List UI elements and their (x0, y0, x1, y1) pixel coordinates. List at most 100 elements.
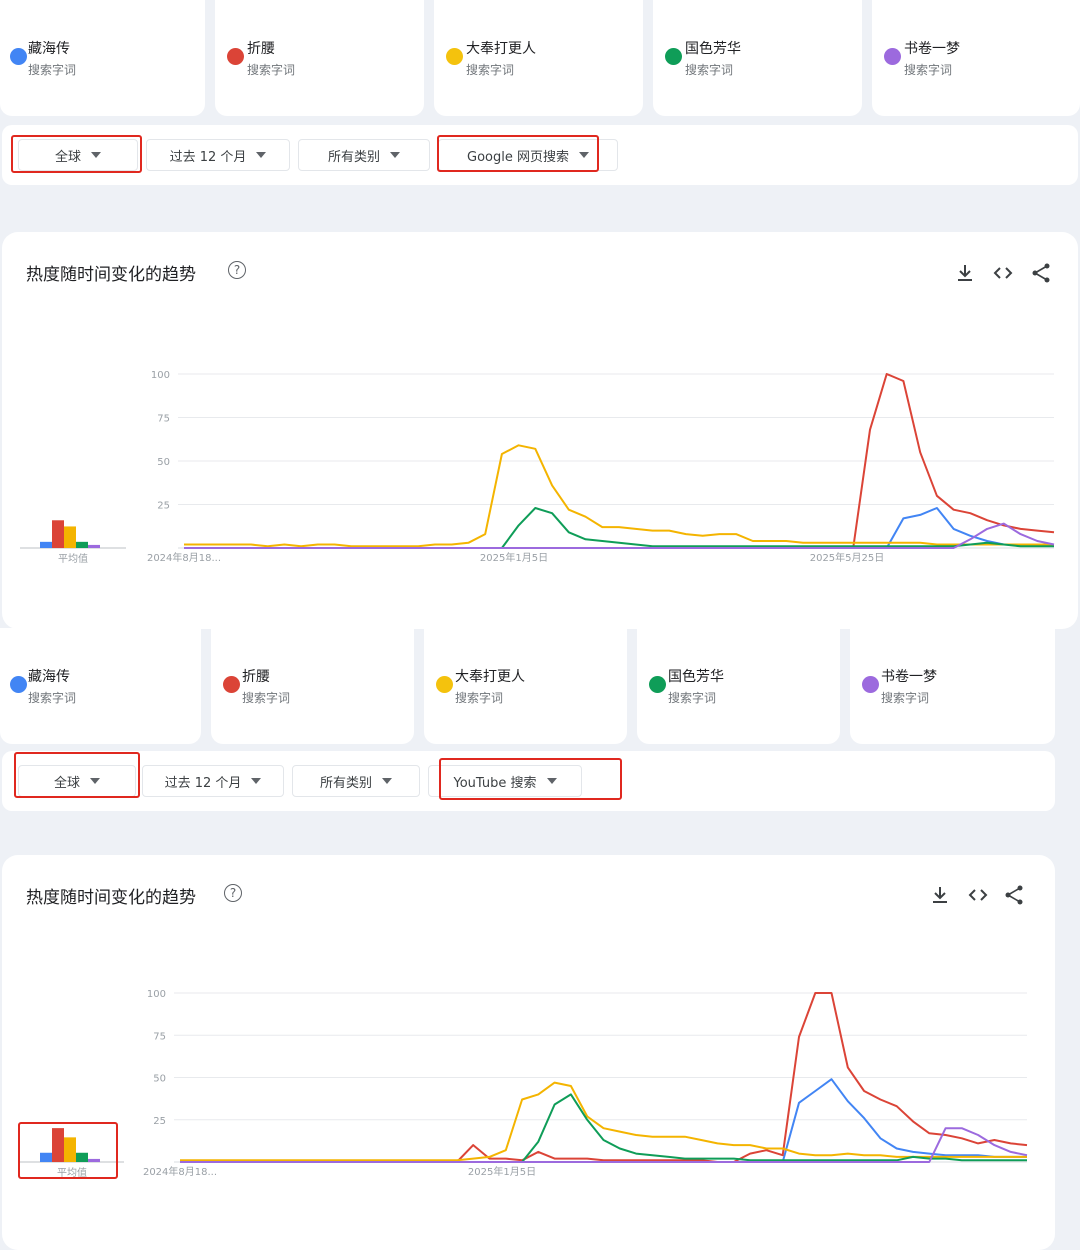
term-type-label: 搜索字词 (685, 63, 734, 77)
term-color-dot (446, 48, 463, 65)
y-tick-label: 100 (147, 989, 166, 1000)
term-color-dot (649, 676, 666, 693)
region-dropdown[interactable]: 全球 (18, 765, 136, 797)
trend-line-chart: 100 75 50 25 2024年8月18... 2025年1月5日 平均值 (20, 989, 1028, 1179)
average-bar-5 (88, 544, 100, 548)
time-range-dropdown[interactable]: 过去 12 个月 (142, 765, 284, 797)
series-line-1 (180, 1078, 1027, 1163)
term-color-dot (862, 676, 879, 693)
region-dropdown[interactable]: 全球 (18, 139, 138, 171)
term-name: 国色芳华 (668, 669, 724, 685)
filter-bar-1: 全球 过去 12 个月 所有类别 Google 网页搜索 (2, 125, 1078, 185)
help-icon[interactable]: ? (228, 261, 246, 279)
category-dropdown[interactable]: 所有类别 (292, 765, 420, 797)
caret-down-icon (390, 152, 400, 158)
chart-title: 热度随时间变化的趋势 (26, 265, 196, 285)
chart-title: 热度随时间变化的趋势 (26, 888, 196, 908)
y-tick-label: 75 (157, 414, 170, 425)
category-value: 所有类别 (327, 149, 380, 165)
term-color-dot (10, 48, 27, 65)
filter-bar-2: 全球 过去 12 个月 所有类别 YouTube 搜索 (2, 751, 1055, 811)
category-dropdown[interactable]: 所有类别 (298, 139, 430, 171)
time-range-dropdown[interactable]: 过去 12 个月 (146, 139, 290, 171)
term-card-5[interactable]: 书卷一梦 搜索字词 (872, 0, 1080, 116)
term-card-2[interactable]: 折腰 搜索字词 (211, 628, 414, 744)
y-tick-label: 100 (151, 370, 170, 381)
search-type-dropdown[interactable]: YouTube 搜索 (428, 765, 582, 797)
term-type-label: 搜索字词 (28, 63, 77, 77)
caret-down-icon (90, 778, 100, 784)
term-card-5[interactable]: 书卷一梦 搜索字词 (850, 628, 1055, 744)
term-name: 大奉打更人 (466, 41, 536, 57)
search-type-value: Google 网页搜索 (467, 149, 569, 165)
term-color-dot (884, 48, 901, 65)
average-label: 平均值 (58, 552, 88, 565)
term-card-3[interactable]: 大奉打更人 搜索字词 (424, 628, 627, 744)
term-color-dot (10, 676, 27, 693)
search-type-value: YouTube 搜索 (453, 775, 537, 791)
term-type-label: 搜索字词 (466, 63, 515, 77)
term-type-label: 搜索字词 (28, 691, 77, 705)
term-name: 国色芳华 (685, 41, 741, 57)
caret-down-icon (91, 152, 101, 158)
term-name: 折腰 (247, 41, 275, 57)
average-bar-1 (40, 1152, 52, 1162)
average-bar-5 (88, 1158, 100, 1162)
term-card-1[interactable]: 藏海传 搜索字词 (0, 628, 201, 744)
trend-chart-card-1: 热度随时间变化的趋势 ? 100 75 50 25 2024年8月18... 2025年1… (2, 232, 1078, 629)
caret-down-icon (578, 152, 589, 158)
average-label: 平均值 (57, 1166, 87, 1179)
download-icon[interactable] (928, 883, 952, 907)
trend-chart-card-2: 热度随时间变化的趋势 ? 100 75 50 25 2024年8月18... 2025年1… (2, 855, 1055, 1250)
average-bar-2 (52, 520, 64, 548)
x-tick-label: 2024年8月18... (143, 1165, 217, 1178)
share-icon[interactable] (1029, 261, 1053, 285)
trend-line-chart: 100 75 50 25 2024年8月18... 2025年1月5日 2025年5月25日… (20, 370, 1055, 565)
term-name: 藏海传 (28, 41, 70, 57)
average-bar-4 (76, 541, 88, 548)
share-icon[interactable] (1002, 883, 1026, 907)
embed-code-icon[interactable] (966, 883, 990, 907)
x-tick-label: 2025年5月25日 (810, 551, 885, 564)
y-tick-label: 50 (153, 1074, 166, 1085)
time-range-value: 过去 12 个月 (164, 775, 242, 791)
y-tick-label: 50 (157, 457, 170, 468)
term-card-1[interactable]: 藏海传 搜索字词 (0, 0, 205, 116)
term-name: 书卷一梦 (881, 669, 937, 685)
average-bar-3 (64, 526, 76, 548)
region-value: 全球 (53, 775, 80, 791)
caret-down-icon (382, 778, 392, 784)
search-type-dropdown[interactable]: Google 网页搜索 (438, 139, 618, 171)
term-type-label: 搜索字词 (668, 691, 717, 705)
term-name: 书卷一梦 (904, 41, 960, 57)
embed-code-icon[interactable] (991, 261, 1015, 285)
caret-down-icon (251, 778, 262, 784)
term-type-label: 搜索字词 (904, 63, 953, 77)
category-value: 所有类别 (319, 775, 372, 791)
term-card-2[interactable]: 折腰 搜索字词 (215, 0, 424, 116)
average-bar-2 (52, 1128, 64, 1162)
term-color-dot (227, 48, 244, 65)
term-card-4[interactable]: 国色芳华 搜索字词 (653, 0, 862, 116)
x-tick-label: 2024年8月18... (147, 551, 221, 564)
help-icon[interactable]: ? (224, 884, 242, 902)
x-tick-label: 2025年1月5日 (468, 1165, 536, 1178)
average-bar-4 (76, 1152, 88, 1162)
terms-row-2: 藏海传 搜索字词 折腰 搜索字词 大奉打更人 搜索字词 国色芳华 搜索字词 书卷… (0, 628, 1080, 746)
x-tick-label: 2025年1月5日 (480, 551, 548, 564)
y-tick-label: 25 (157, 501, 170, 512)
term-card-4[interactable]: 国色芳华 搜索字词 (637, 628, 840, 744)
term-card-3[interactable]: 大奉打更人 搜索字词 (434, 0, 643, 116)
caret-down-icon (256, 152, 267, 158)
y-tick-label: 25 (153, 1116, 166, 1127)
caret-down-icon (546, 778, 557, 784)
term-color-dot (223, 676, 240, 693)
term-name: 折腰 (242, 669, 270, 685)
average-bar-1 (40, 541, 52, 548)
download-icon[interactable] (953, 261, 977, 285)
average-bar-3 (64, 1137, 76, 1162)
terms-row-1: 藏海传 搜索字词 折腰 搜索字词 大奉打更人 搜索字词 国色芳华 搜索字词 书卷… (0, 0, 1080, 118)
term-color-dot (436, 676, 453, 693)
term-type-label: 搜索字词 (455, 691, 504, 705)
term-color-dot (665, 48, 682, 65)
